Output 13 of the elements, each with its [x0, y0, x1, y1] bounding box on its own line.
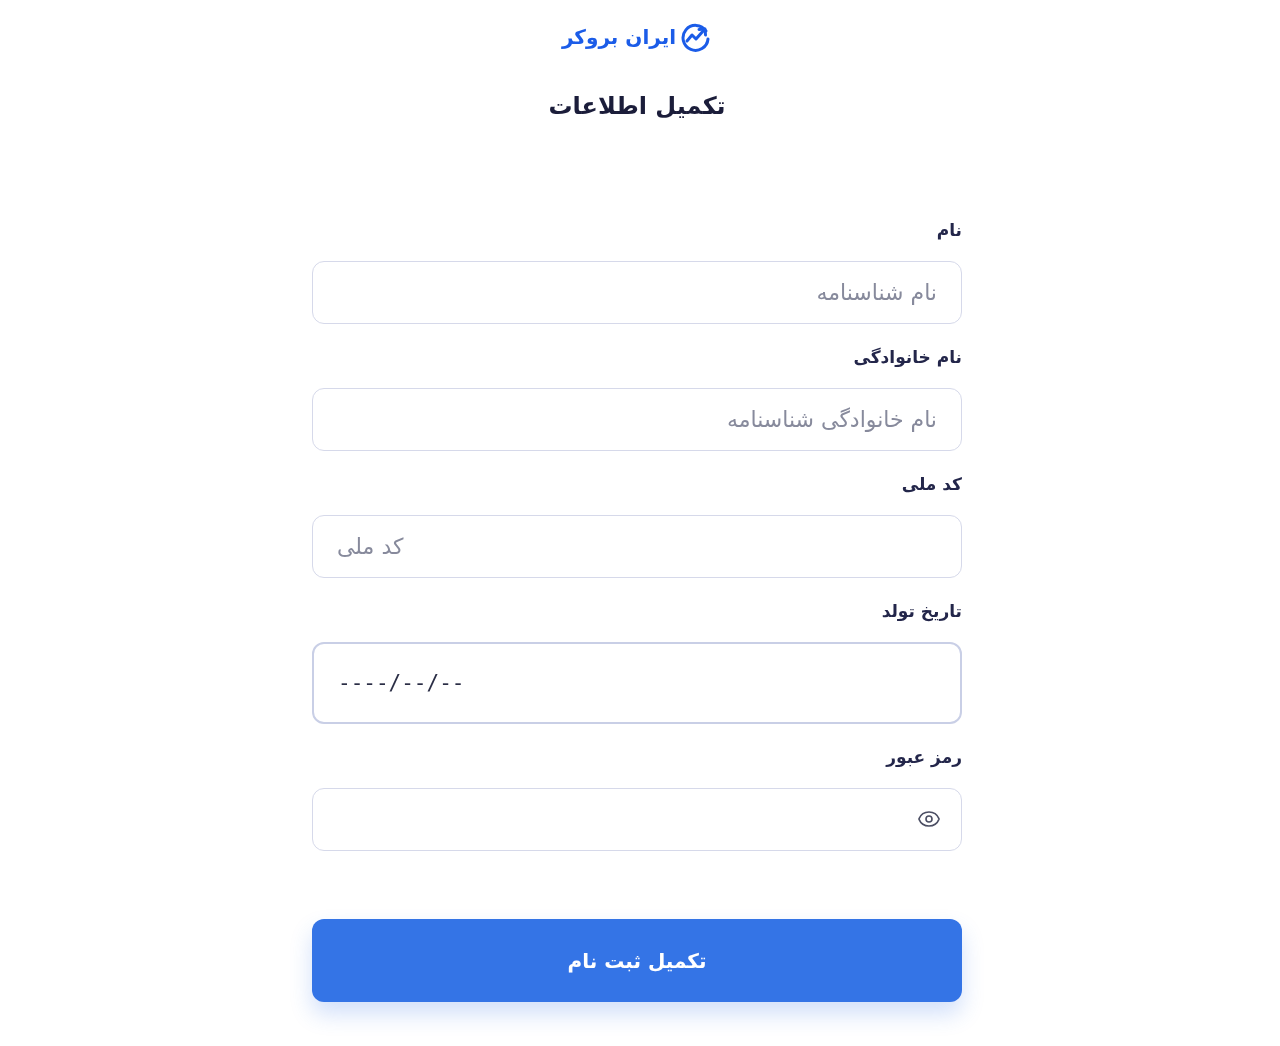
field-label: کد ملی — [901, 473, 962, 496]
input-field[interactable]: نام خانوادگی شناسنامه — [312, 388, 962, 451]
submit-button[interactable]: تکمیل ثبت نام — [312, 919, 962, 1002]
date-field[interactable]: ----/--/-- — [312, 642, 962, 724]
input-field[interactable]: نام شناسنامه — [312, 261, 962, 324]
password-field[interactable] — [312, 788, 962, 851]
field-label: رمز عبور — [886, 746, 962, 769]
logo-text: ایران بروکر — [561, 24, 677, 51]
field-label: تاریخ تولد — [881, 600, 962, 623]
field-label: نام خانوادگی — [853, 346, 962, 369]
input-field[interactable]: کد ملی — [312, 515, 962, 578]
page-title: تکمیل اطلاعات — [548, 91, 726, 122]
field-label: نام — [936, 219, 962, 242]
